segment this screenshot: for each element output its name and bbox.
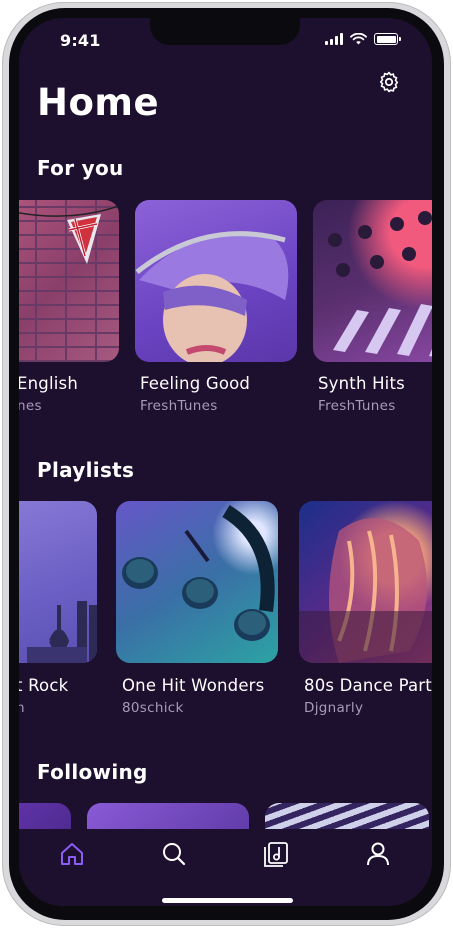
status-icons (325, 31, 401, 47)
card-subtitle: FreshTunes (140, 398, 218, 414)
card-title: 80s Dance Part (304, 676, 432, 695)
card-title: t Rock (19, 676, 69, 695)
notch (150, 18, 300, 45)
status-time: 9:41 (60, 31, 101, 50)
user-icon[interactable] (364, 840, 392, 868)
album-art (135, 200, 297, 362)
card-title: One Hit Wonders (122, 676, 265, 695)
music-library-icon[interactable] (262, 840, 290, 868)
dancer-artwork (299, 518, 432, 663)
gear-icon[interactable] (377, 70, 401, 94)
cellular-signal-icon (325, 33, 343, 45)
card-subtitle: Djgnarly (304, 700, 364, 716)
card-subtitle: FreshTunes (318, 398, 396, 414)
search-icon[interactable] (160, 840, 188, 868)
guitar-artwork (27, 601, 97, 663)
section-title-following: Following (37, 760, 148, 784)
card-subtitle: n (19, 700, 25, 716)
album-art (299, 501, 432, 663)
section-title-playlists: Playlists (37, 458, 135, 482)
synthesizer-artwork (328, 211, 432, 357)
page-title: Home (37, 81, 160, 124)
card-title: Synth Hits (318, 374, 405, 393)
app-screen: 9:41 Home For you English nes Feeling Go… (19, 18, 432, 906)
flag-bunting-icon (19, 205, 119, 264)
guitar-knobs-artwork (122, 504, 275, 641)
album-art (116, 501, 278, 663)
battery-icon (374, 33, 401, 45)
album-art (19, 200, 119, 362)
wifi-icon (350, 33, 367, 45)
face-artwork (135, 231, 289, 362)
tab-bar (19, 829, 432, 906)
home-icon[interactable] (58, 840, 86, 868)
card-title: English (19, 374, 78, 393)
section-title-for-you: For you (37, 156, 124, 180)
card-title: Feeling Good (140, 374, 251, 393)
card-subtitle: 80schick (122, 700, 184, 716)
card-subtitle: nes (19, 398, 42, 414)
home-indicator (162, 898, 293, 903)
album-art (313, 200, 432, 362)
album-art (19, 501, 97, 663)
